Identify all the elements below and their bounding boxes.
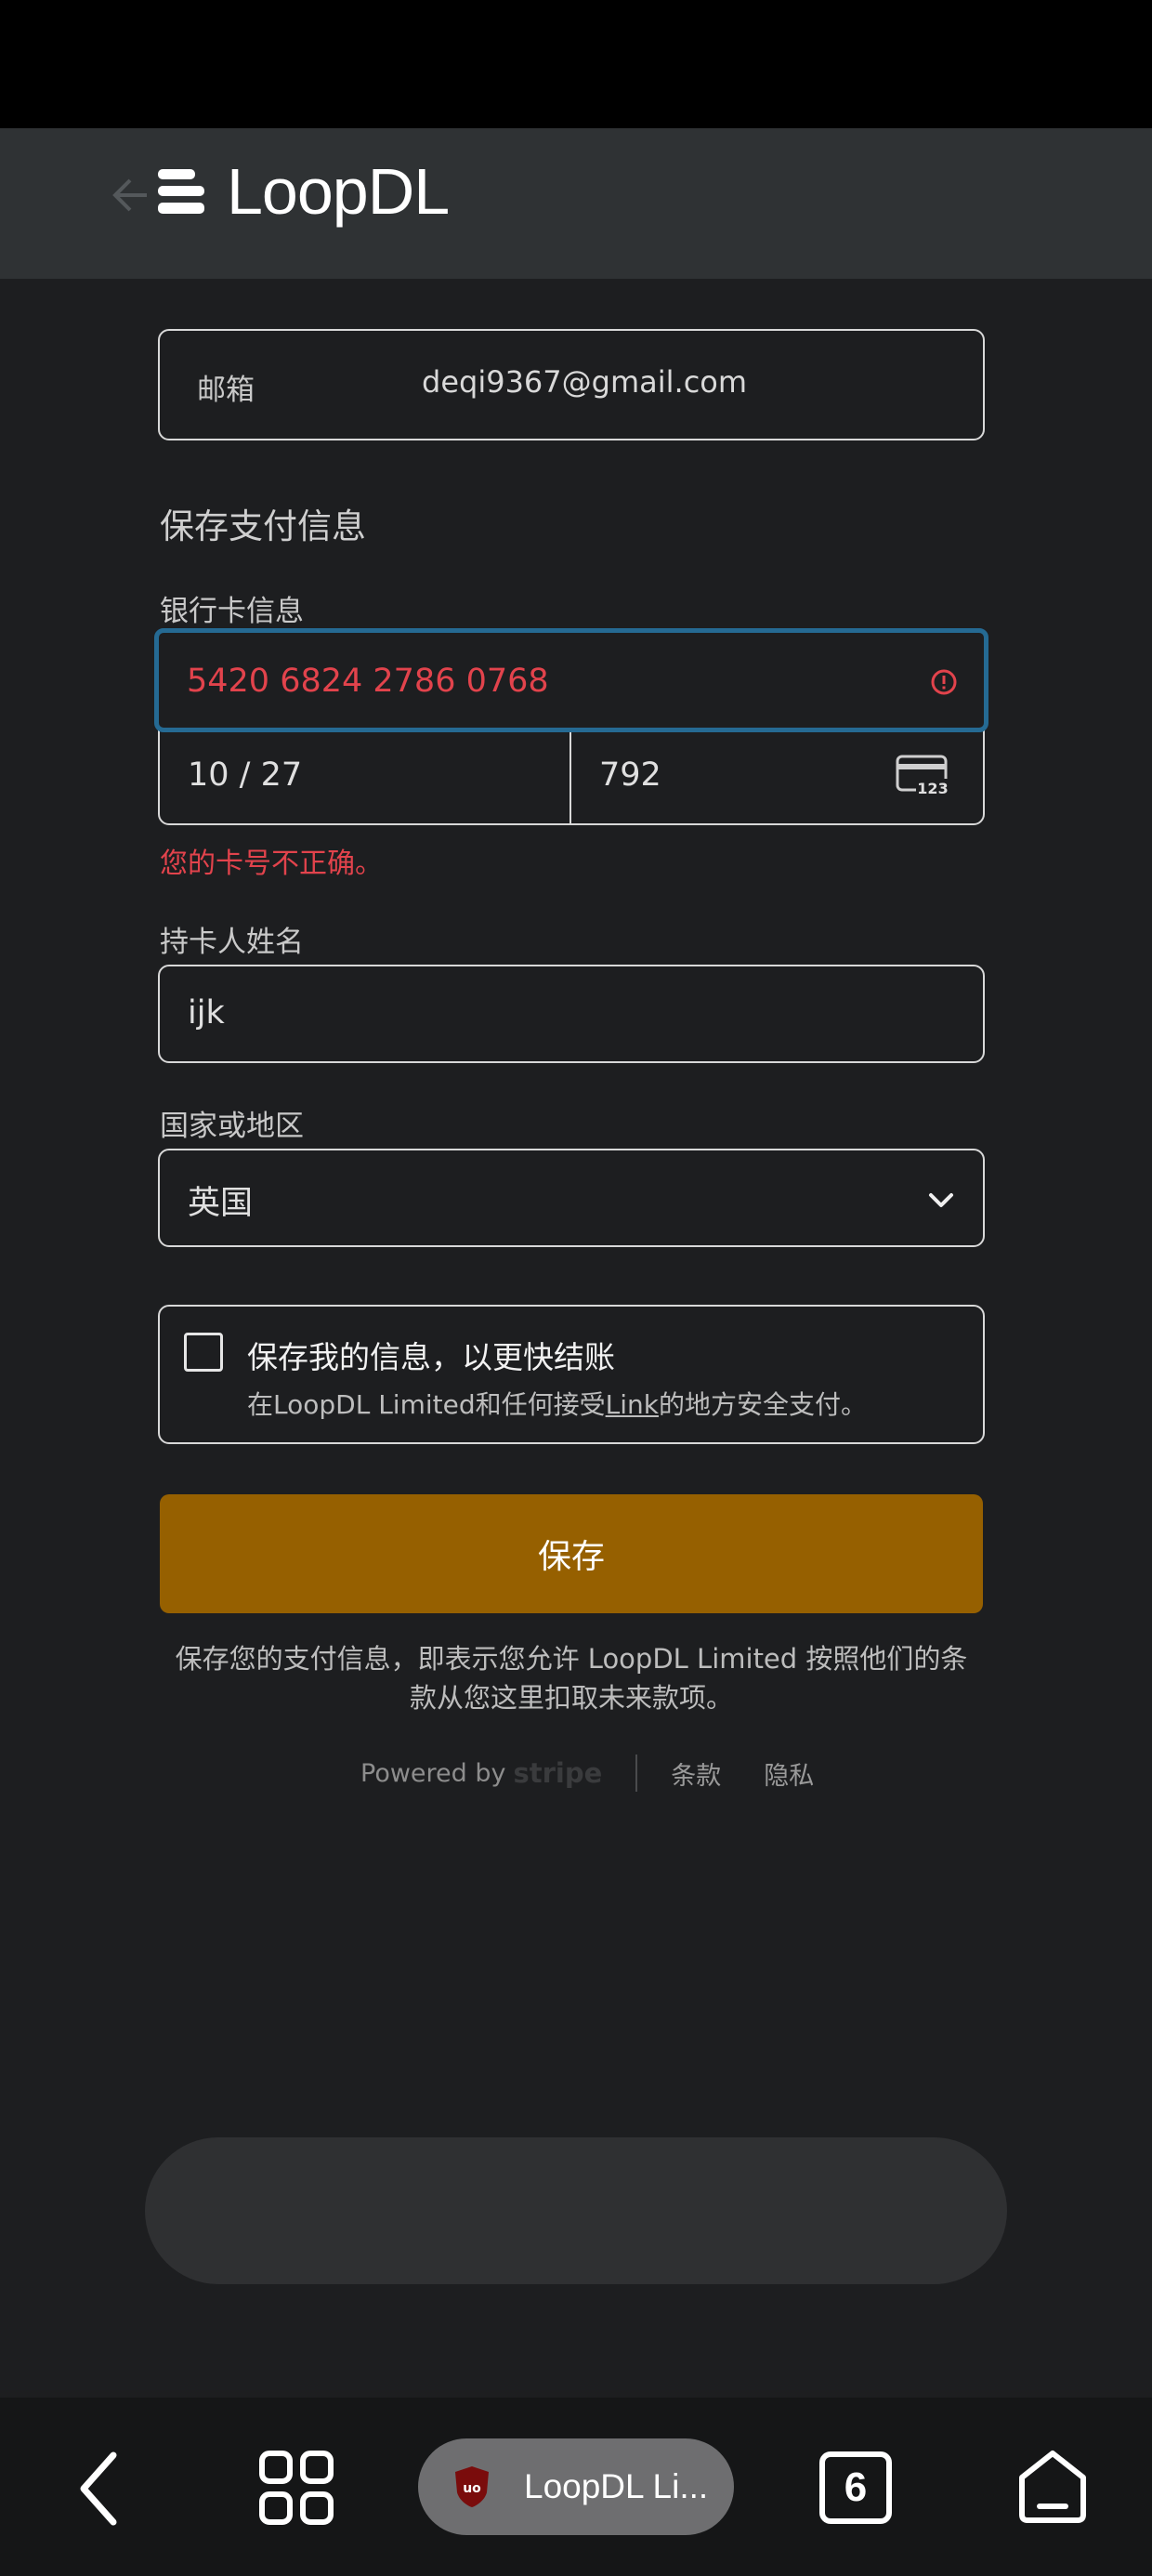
tabs-count-button[interactable]: 6 (819, 2451, 892, 2524)
expiry-value: 10 / 27 (188, 756, 303, 794)
footer-divider (635, 1755, 638, 1792)
save-info-checkbox[interactable] (184, 1333, 223, 1372)
save-button[interactable]: 保存 (160, 1494, 983, 1613)
powered-by-text: Powered by (360, 1758, 506, 1788)
browser-nav-bar: uo LoopDL Li... 6 (0, 2398, 1152, 2576)
link-link[interactable]: Link (606, 1389, 659, 1420)
stripe-logo[interactable]: stripe (514, 1757, 603, 1789)
ublock-shield-icon: uo (455, 2466, 489, 2507)
current-tab-label: LoopDL Li... (524, 2467, 709, 2505)
brand-name: LoopDL (227, 155, 450, 228)
card-number-value: 5420 6824 2786 0768 (187, 663, 549, 700)
bottom-placeholder-pill (145, 2137, 1007, 2284)
card-error-text: 您的卡号不正确。 (160, 848, 383, 880)
current-tab-pill[interactable]: uo LoopDL Li... (418, 2438, 734, 2535)
error-icon (931, 669, 957, 695)
brand-logo[interactable]: LoopDL (158, 155, 450, 228)
chevron-down-icon (929, 1193, 953, 1207)
email-label: 邮箱 (197, 374, 255, 407)
terms-link[interactable]: 条款 (671, 1755, 721, 1792)
expiry-input[interactable]: 10 / 27 (158, 729, 571, 825)
save-info-option[interactable]: 保存我的信息，以更快结账 在LoopDL Limited和任何接受Link的地方… (158, 1305, 985, 1444)
country-select[interactable]: 英国 (158, 1149, 985, 1247)
privacy-link[interactable]: 隐私 (764, 1755, 814, 1792)
cvc-card-icon: 123 (896, 755, 949, 797)
card-number-input[interactable]: 5420 6824 2786 0768 (154, 628, 988, 732)
cardholder-label: 持卡人姓名 (160, 926, 304, 959)
section-title: 保存支付信息 (160, 506, 366, 546)
country-value: 英国 (188, 1185, 254, 1222)
save-info-subtext: 在LoopDL Limited和任何接受Link的地方安全支付。 (247, 1389, 867, 1420)
home-icon[interactable] (1016, 2450, 1089, 2526)
back-arrow-icon[interactable] (110, 177, 151, 214)
svg-text:uo: uo (463, 2481, 481, 2496)
footer: Powered by stripe 条款 隐私 (360, 1755, 857, 1792)
cardholder-name-input[interactable]: ijk (158, 965, 985, 1063)
country-label: 国家或地区 (160, 1110, 304, 1143)
svg-text:123: 123 (917, 780, 948, 797)
save-info-title: 保存我的信息，以更快结账 (247, 1339, 615, 1375)
cvc-input[interactable]: 792 123 (569, 729, 985, 825)
email-value: deqi9367@gmail.com (422, 364, 748, 400)
apps-grid-icon[interactable] (258, 2450, 334, 2526)
card-info-label: 银行卡信息 (160, 595, 304, 628)
terms-text: 保存您的支付信息，即表示您允许 LoopDL Limited 按照他们的条款从您… (175, 1643, 968, 1714)
cvc-value: 792 (599, 756, 661, 794)
email-field[interactable]: 邮箱 deqi9367@gmail.com (158, 329, 985, 440)
cardholder-name-value: ijk (188, 994, 225, 1032)
nav-back-icon[interactable] (74, 2450, 123, 2528)
loopdl-logo-icon (158, 169, 204, 214)
status-bar (0, 0, 1152, 128)
